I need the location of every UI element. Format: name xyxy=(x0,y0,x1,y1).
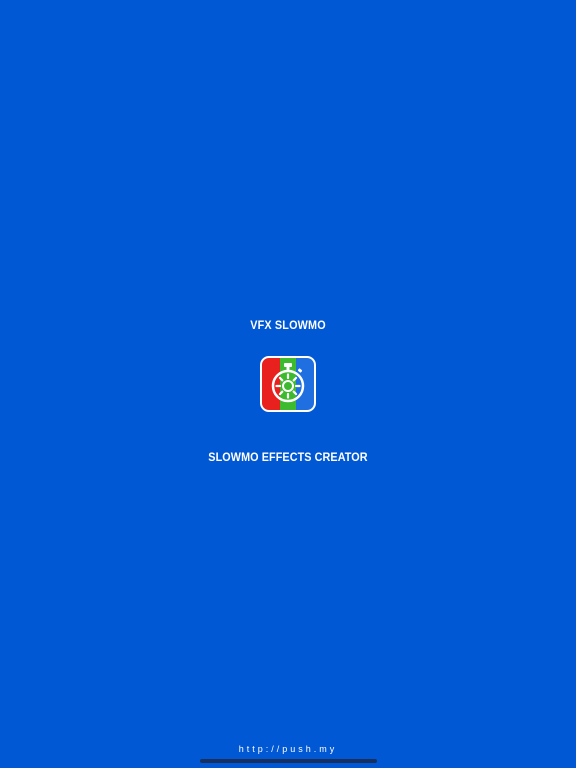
tagline: SLOWMO EFFECTS CREATOR xyxy=(208,450,368,464)
footer-url[interactable]: http://push.my xyxy=(0,744,576,754)
home-indicator[interactable] xyxy=(200,759,377,763)
splash-screen: VFX SLOWMO SLOWMO EFFECTS CREATOR http:/… xyxy=(0,0,576,768)
app-name: VFX SLOWMO xyxy=(250,318,326,332)
stopwatch-icon xyxy=(262,358,314,410)
app-icon xyxy=(260,356,316,412)
